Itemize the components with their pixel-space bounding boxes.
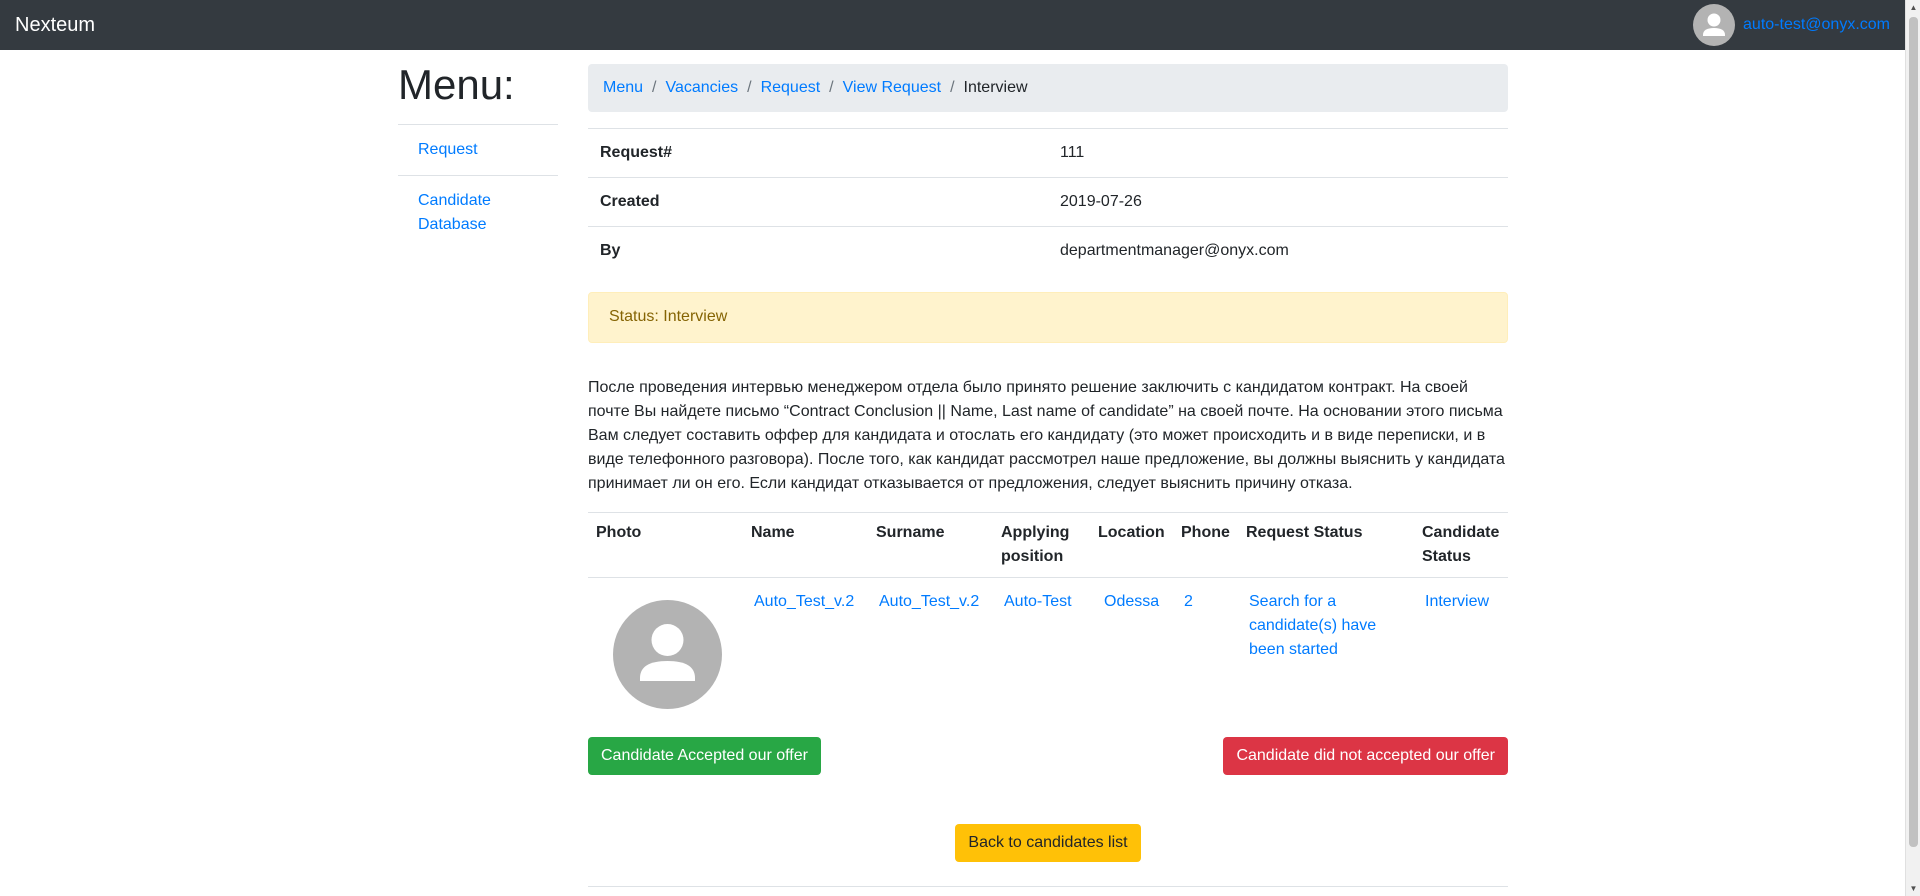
breadcrumb-menu[interactable]: Menu bbox=[603, 79, 643, 97]
sidebar-item-candidate-database[interactable]: Candidate Database bbox=[398, 175, 558, 250]
table-header-row: Photo Name Surname Applying position Loc… bbox=[588, 511, 1508, 578]
offer-buttons: Candidate Accepted our offer Candidate d… bbox=[588, 736, 1508, 775]
candidate-accepted-button[interactable]: Candidate Accepted our offer bbox=[588, 736, 821, 775]
candidate-request-status-link[interactable]: Search for a candidate(s) have been star… bbox=[1249, 593, 1376, 658]
table-row: By departmentmanager@onyx.com bbox=[588, 226, 1508, 276]
candidate-location-link[interactable]: Odessa bbox=[1104, 593, 1159, 610]
by-label: By bbox=[588, 226, 1048, 276]
breadcrumb: Menu / Vacancies / Request / View Reques… bbox=[588, 64, 1508, 112]
candidate-name-link[interactable]: Auto_Test_v.2 bbox=[754, 593, 854, 610]
table-row: Created 2019-07-26 bbox=[588, 177, 1508, 227]
vertical-scrollbar[interactable]: ▲ ▼ bbox=[1905, 0, 1920, 896]
header-name: Name bbox=[743, 511, 868, 578]
status-alert: Status: Interview bbox=[588, 291, 1508, 343]
breadcrumb-vacancies[interactable]: Vacancies bbox=[665, 79, 738, 97]
breadcrumb-request[interactable]: Request bbox=[761, 79, 821, 97]
candidate-phone-link[interactable]: 2 bbox=[1184, 593, 1193, 610]
sidebar-item-label[interactable]: Request bbox=[418, 141, 478, 158]
breadcrumb-view-request[interactable]: View Request bbox=[843, 79, 941, 97]
main-content: Menu / Vacancies / Request / View Reques… bbox=[588, 64, 1508, 887]
sidebar-title: Menu: bbox=[398, 61, 515, 108]
candidate-status-link[interactable]: Interview bbox=[1425, 593, 1489, 610]
header-candidate-status: Candidate Status bbox=[1414, 511, 1508, 578]
photo-cell bbox=[588, 577, 743, 721]
header-location: Location bbox=[1090, 511, 1173, 578]
instructions-text: После проведения интервью менеджером отд… bbox=[588, 378, 1505, 492]
created-label: Created bbox=[588, 177, 1048, 227]
header-phone: Phone bbox=[1173, 511, 1238, 578]
back-row: Back to candidates list bbox=[588, 823, 1508, 862]
scroll-down-icon[interactable]: ▼ bbox=[1906, 881, 1920, 896]
brand-logo[interactable]: Nexteum bbox=[15, 14, 95, 37]
header-photo: Photo bbox=[588, 511, 743, 578]
breadcrumb-current: Interview bbox=[963, 79, 1028, 96]
user-avatar-icon bbox=[613, 599, 722, 709]
back-to-candidates-button[interactable]: Back to candidates list bbox=[955, 823, 1141, 862]
request-info-table: Request# 111 Created 2019-07-26 By depar… bbox=[588, 128, 1508, 276]
divider bbox=[588, 885, 1508, 887]
user-email-link[interactable]: auto-test@onyx.com bbox=[1743, 16, 1890, 34]
sidebar-item-label[interactable]: Candidate Database bbox=[418, 192, 491, 233]
by-value: departmentmanager@onyx.com bbox=[1048, 226, 1508, 276]
top-navbar: Nexteum auto-test@onyx.com bbox=[0, 0, 1905, 50]
table-row: Request# 111 bbox=[588, 128, 1508, 178]
breadcrumb-separator: / bbox=[950, 79, 955, 96]
request-number-value: 111 bbox=[1048, 128, 1508, 178]
breadcrumb-separator: / bbox=[829, 79, 834, 96]
candidate-declined-button[interactable]: Candidate did not accepted our offer bbox=[1223, 736, 1508, 775]
scrollbar-thumb[interactable] bbox=[1909, 17, 1918, 847]
table-row[interactable]: Auto_Test_v.2 Auto_Test_v.2 Auto-Test Od… bbox=[588, 577, 1508, 721]
header-applying-position: Applying position bbox=[993, 511, 1090, 578]
candidate-position-link[interactable]: Auto-Test bbox=[1004, 593, 1072, 610]
breadcrumb-separator: / bbox=[747, 79, 752, 96]
user-menu[interactable]: auto-test@onyx.com bbox=[1693, 4, 1890, 46]
sidebar-item-request[interactable]: Request bbox=[398, 124, 558, 175]
breadcrumb-separator: / bbox=[652, 79, 657, 96]
candidate-surname-link[interactable]: Auto_Test_v.2 bbox=[879, 593, 979, 610]
request-number-label: Request# bbox=[588, 128, 1048, 178]
header-surname: Surname bbox=[868, 511, 993, 578]
candidates-table: Photo Name Surname Applying position Loc… bbox=[588, 511, 1508, 721]
scroll-up-icon[interactable]: ▲ bbox=[1906, 0, 1920, 15]
user-avatar-icon[interactable] bbox=[1693, 4, 1736, 46]
header-request-status: Request Status bbox=[1238, 511, 1414, 578]
created-value: 2019-07-26 bbox=[1048, 177, 1508, 227]
sidebar: Menu: Request Candidate Database bbox=[398, 60, 558, 250]
